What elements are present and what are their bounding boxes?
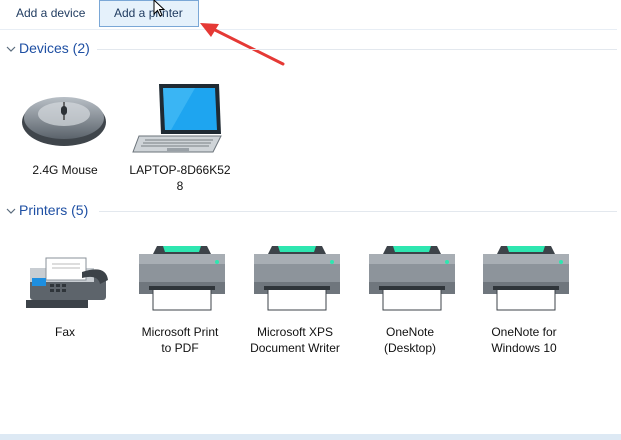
scrollbar[interactable]: [617, 29, 621, 434]
device-label: 2.4G Mouse: [32, 163, 98, 177]
printer-label: Microsoft Print to PDF: [141, 325, 219, 355]
section-divider: [99, 211, 617, 212]
devices-section-title: Devices (2): [19, 40, 90, 56]
fax-icon: [26, 257, 108, 308]
laptop-icon: [132, 84, 222, 153]
printer-item-fax[interactable]: Fax: [10, 242, 120, 352]
add-device-button[interactable]: Add a device: [2, 0, 99, 27]
section-divider: [97, 49, 617, 50]
devices-section-header[interactable]: Devices (2): [5, 40, 617, 60]
toolbar: Add a device Add a printer: [0, 0, 621, 30]
printer-item-xps-writer[interactable]: Microsoft XPS Document Writer: [240, 242, 350, 362]
status-bar: [0, 434, 621, 440]
add-printer-button[interactable]: Add a printer: [99, 0, 199, 27]
mouse-icon: [22, 97, 106, 146]
printer-item-onenote-win10[interactable]: OneNote for Windows 10: [469, 242, 579, 362]
printer-icon: [369, 246, 455, 311]
printer-icon: [483, 246, 569, 311]
printer-item-print-to-pdf[interactable]: Microsoft Print to PDF: [125, 242, 235, 362]
chevron-down-icon[interactable]: [5, 205, 17, 217]
printer-label: OneNote for Windows 10: [491, 325, 557, 355]
printer-icon: [254, 246, 340, 311]
printers-section-header[interactable]: Printers (5): [5, 202, 617, 222]
device-item-mouse[interactable]: 2.4G Mouse: [10, 80, 120, 180]
mouse-pointer-icon: [153, 0, 166, 17]
printer-item-onenote-desktop[interactable]: OneNote (Desktop): [355, 242, 465, 362]
device-item-laptop[interactable]: LAPTOP-8D66K52 8: [125, 80, 235, 193]
chevron-down-icon[interactable]: [5, 43, 17, 55]
printer-icon: [139, 246, 225, 311]
printer-label: Fax: [54, 325, 75, 339]
device-label: LAPTOP-8D66K52 8: [129, 163, 231, 193]
printer-label: Microsoft XPS Document Writer: [250, 325, 340, 355]
printer-label: OneNote (Desktop): [383, 325, 436, 355]
printers-section-title: Printers (5): [19, 202, 89, 218]
